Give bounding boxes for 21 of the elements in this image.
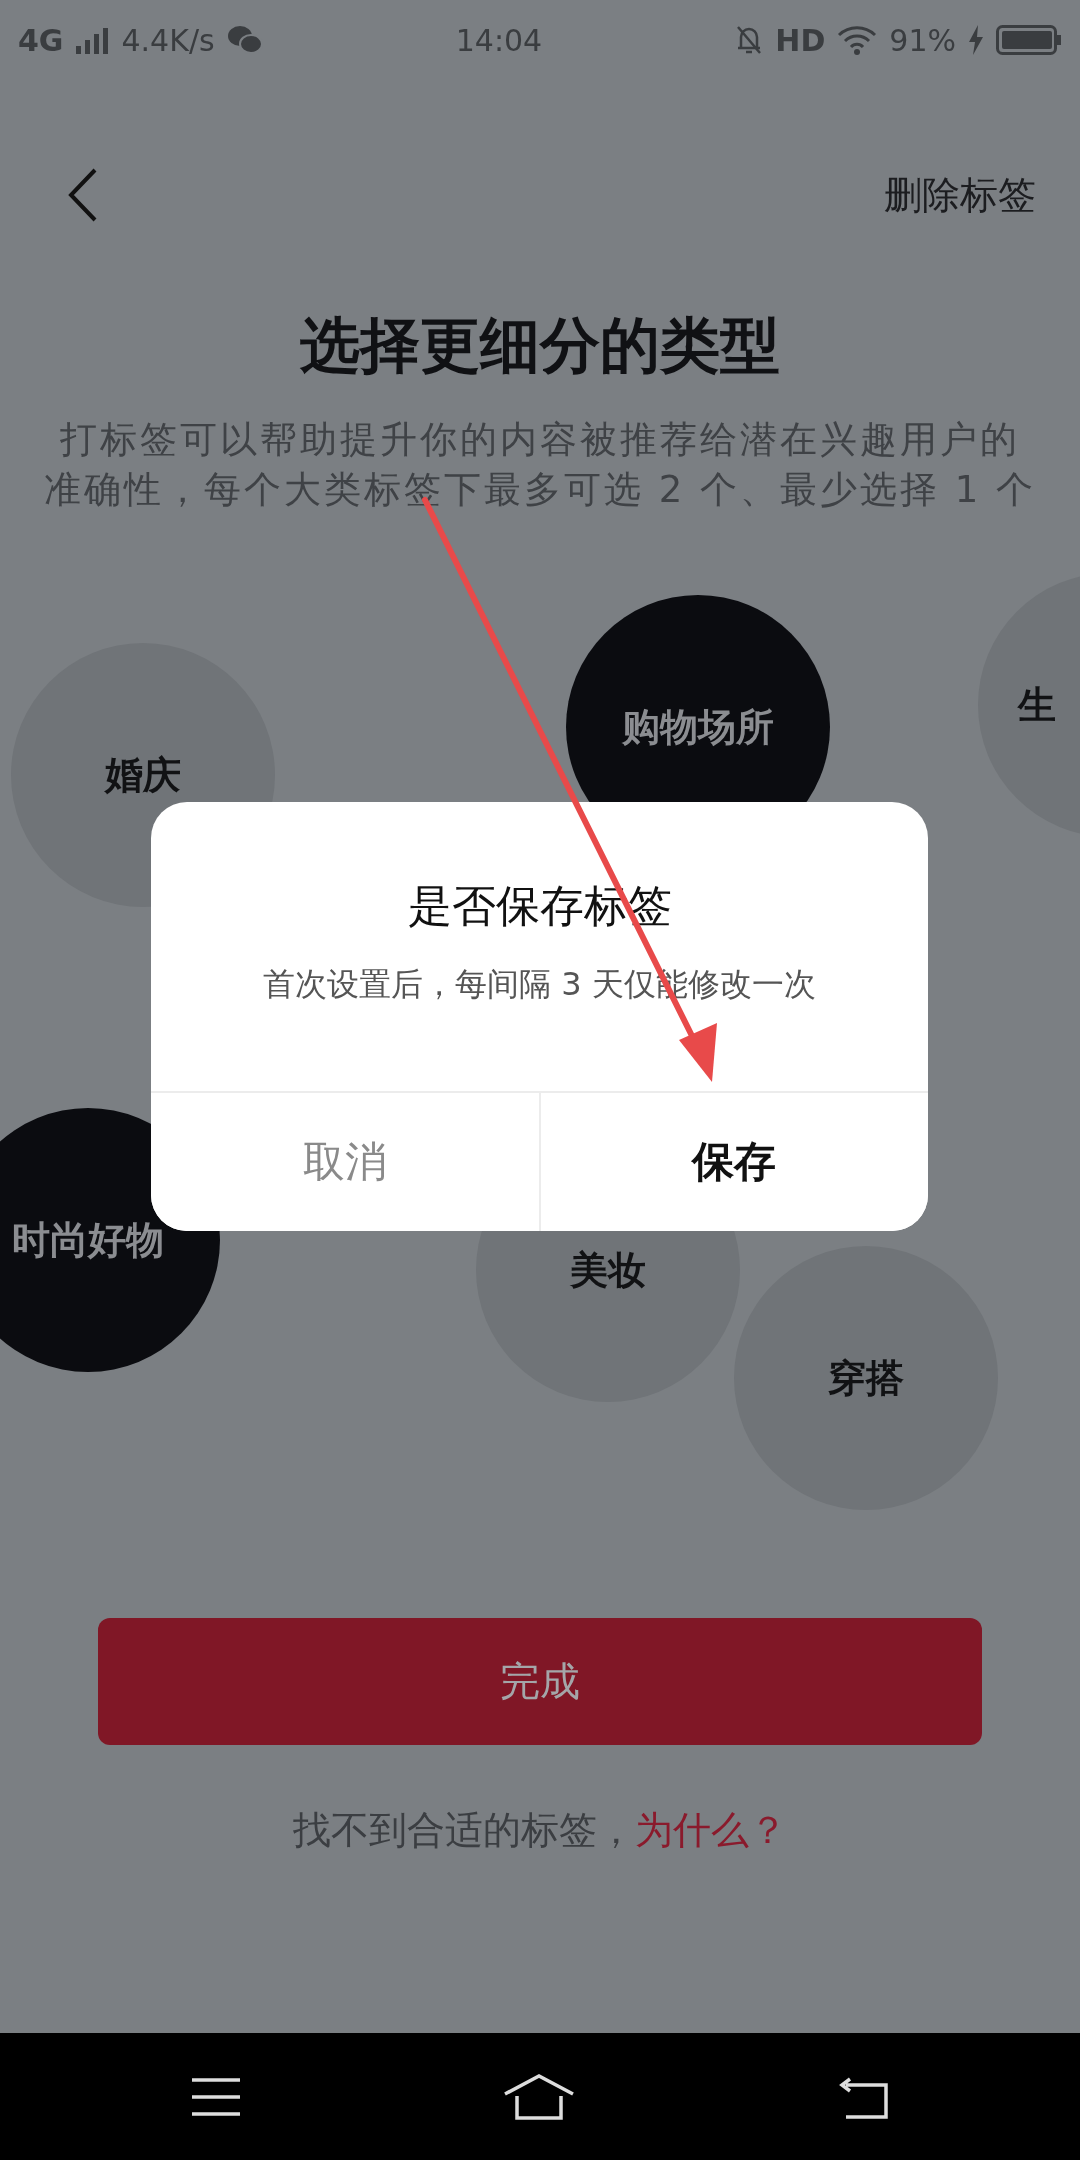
home-icon — [503, 2073, 575, 2120]
battery-icon — [996, 25, 1062, 55]
chevron-left-icon — [68, 168, 98, 222]
signal-icon — [75, 26, 110, 54]
network-type: 4G — [18, 22, 64, 58]
done-button[interactable]: 完成 — [98, 1618, 982, 1745]
dialog-title: 是否保存标签 — [407, 879, 672, 933]
wifi-icon — [837, 25, 878, 55]
clock-time: 14:04 — [455, 22, 543, 58]
hd-indicator: HD — [775, 22, 826, 58]
why-link[interactable]: 为什么？ — [635, 1808, 787, 1852]
tag-bubble[interactable]: 穿搭 — [734, 1246, 998, 1510]
network-speed: 4.4K/s — [121, 22, 215, 58]
delete-tags-link[interactable]: 删除标签 — [884, 169, 1036, 221]
page-title: 选择更细分的类型 — [299, 310, 781, 380]
bell-off-icon — [735, 24, 764, 56]
menu-icon — [190, 2076, 243, 2117]
footer-text: 找不到合适的标签， — [293, 1808, 635, 1852]
save-button[interactable]: 保存 — [538, 1093, 928, 1231]
charging-icon — [968, 25, 984, 55]
battery-level: 91% — [889, 22, 956, 58]
